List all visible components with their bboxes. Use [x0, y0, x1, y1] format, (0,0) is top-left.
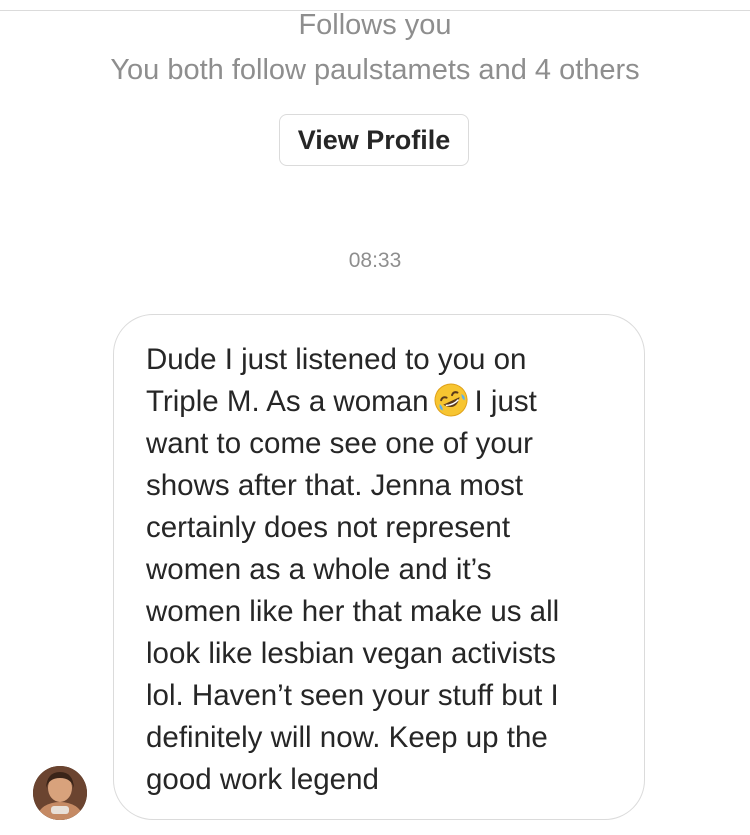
message-timestamp: 08:33	[348, 249, 402, 272]
avatar-image	[33, 766, 87, 820]
message-text: Dude I just listened to you on Triple M.…	[146, 339, 624, 801]
message-bubble[interactable]: Dude I just listened to you on Triple M.…	[113, 314, 645, 820]
avatar[interactable]	[33, 766, 87, 820]
rolling-on-floor-laughing-emoji	[434, 383, 468, 417]
message-text-part-2: I just want to come see one of your show…	[146, 385, 560, 796]
follows-you-label: Follows you	[298, 9, 452, 41]
message-text-part-1: Dude I just listened to you on Triple M.…	[146, 343, 527, 418]
view-profile-button[interactable]: View Profile	[279, 114, 469, 166]
mutual-followers-text: You both follow paulstamets and 4 others	[110, 54, 640, 86]
dm-thread: Follows you You both follow paulstamets …	[0, 0, 750, 835]
